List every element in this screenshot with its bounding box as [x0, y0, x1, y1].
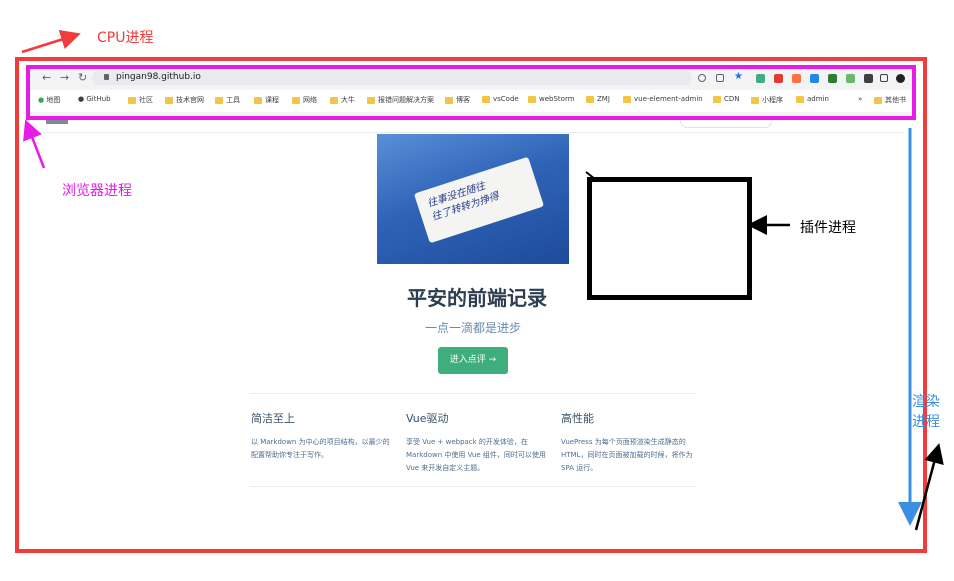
cpu-arrow [21, 29, 81, 54]
render-arrow [914, 443, 944, 531]
browser-arrow [23, 119, 46, 169]
arrows-overlay [21, 29, 944, 531]
plugin-corner-arrow [585, 171, 596, 180]
